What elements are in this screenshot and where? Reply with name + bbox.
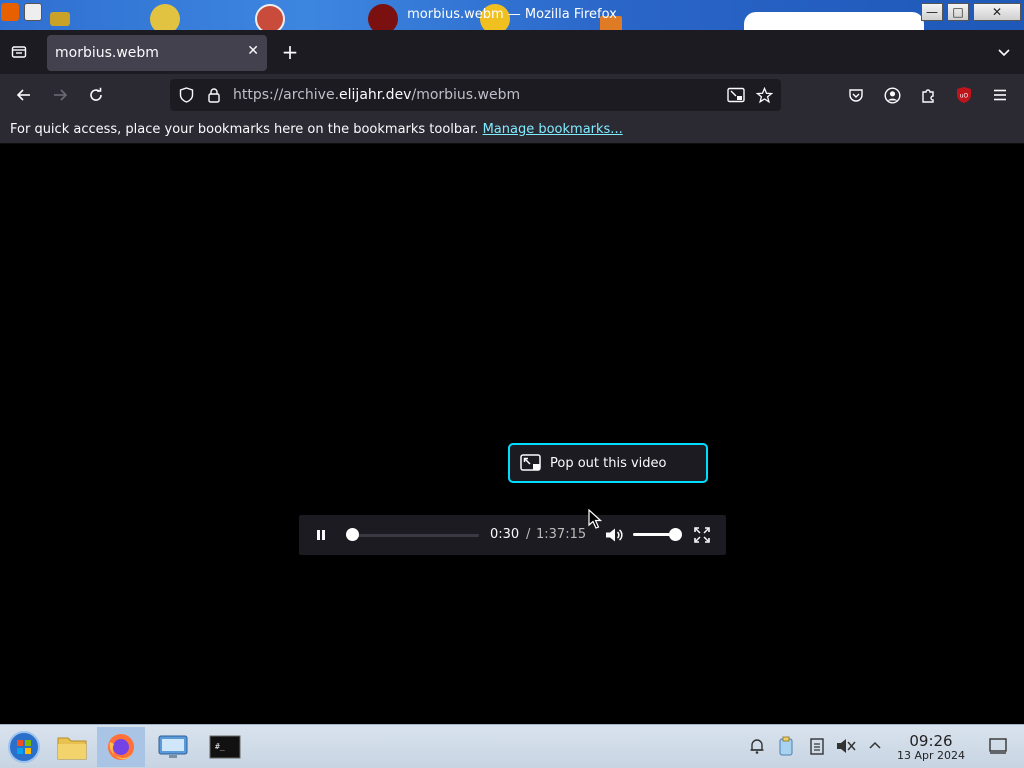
pause-button[interactable] [313, 527, 329, 543]
list-all-tabs-button[interactable] [994, 42, 1014, 62]
firefox-view-icon [11, 46, 27, 58]
show-desktop-button[interactable] [987, 735, 1009, 757]
arrow-right-icon [54, 89, 68, 101]
notifications-tray-button[interactable] [746, 735, 768, 757]
firefox-view-button[interactable] [8, 42, 30, 62]
terminal-icon: #_ [209, 735, 241, 759]
chevron-down-icon [998, 49, 1010, 57]
ublock-origin-button[interactable]: uO [955, 85, 973, 105]
navigation-toolbar: https://archive.elijahr.dev/morbius.webm [0, 74, 1024, 116]
control-panel-icon [158, 735, 188, 758]
bookmarks-empty-message: For quick access, place your bookmarks h… [10, 122, 623, 137]
fullscreen-icon [694, 527, 710, 543]
clipboard-tray-button[interactable] [775, 735, 797, 757]
tracking-protection-button[interactable] [178, 87, 194, 103]
tab-close-button[interactable]: ✕ [247, 43, 259, 59]
speaker-muted-icon [837, 739, 856, 753]
puzzle-icon [922, 89, 934, 103]
current-time: 0:30 [490, 527, 520, 542]
hamburger-menu-icon [994, 89, 1006, 101]
volume-tray-button[interactable] [835, 735, 857, 757]
picture-in-picture-toggle-icon [520, 454, 542, 472]
maximize-button[interactable]: □ [947, 3, 969, 21]
clipboard-icon [779, 736, 793, 756]
firefox-icon [108, 734, 134, 760]
close-window-button[interactable]: ✕ [973, 3, 1021, 21]
start-menu-icon [8, 731, 40, 763]
extensions-button[interactable] [918, 85, 938, 105]
manage-bookmarks-link[interactable]: Manage bookmarks... [483, 122, 623, 137]
picture-in-picture-urlbar-button[interactable] [727, 87, 745, 103]
taskbar-firefox[interactable] [97, 727, 145, 767]
start-button[interactable] [0, 727, 48, 767]
notes-icon [810, 738, 824, 755]
show-desktop-icon [989, 738, 1007, 754]
mute-button[interactable] [604, 526, 624, 544]
lock-icon [208, 88, 220, 103]
url-path: /morbius.webm [411, 87, 521, 103]
ublock-origin-icon: uO [957, 87, 971, 103]
alarm-bell-icon [750, 739, 764, 754]
svg-text:#_: #_ [215, 742, 225, 751]
url-bar[interactable]: https://archive.elijahr.dev/morbius.webm [170, 79, 781, 111]
url-domain: elijahr.dev [339, 87, 412, 103]
site-security-button[interactable] [206, 87, 222, 103]
tab-morbius[interactable]: morbius.webm ✕ [47, 35, 267, 71]
url-prefix: https://archive. [233, 87, 340, 103]
account-icon [883, 86, 901, 104]
bookmarks-hint-text: For quick access, place your bookmarks h… [10, 122, 479, 137]
url-text[interactable]: https://archive.elijahr.dev/morbius.webm [233, 87, 520, 103]
clock-time[interactable]: 09:26 [897, 732, 965, 750]
back-button[interactable] [14, 85, 34, 105]
shield-icon [179, 87, 193, 103]
taskbar-terminal[interactable]: #_ [201, 727, 249, 767]
bookmark-star-button[interactable] [755, 86, 773, 104]
tab-bar: morbius.webm ✕ + [0, 30, 1024, 74]
taskbar-system-settings[interactable] [149, 727, 197, 767]
seek-bar[interactable] [349, 534, 479, 537]
clock-date[interactable]: 13 Apr 2024 [893, 749, 969, 762]
chevron-up-icon [869, 741, 881, 749]
picture-in-picture-icon [520, 454, 541, 471]
svg-text:uO: uO [960, 93, 969, 100]
picture-in-picture-icon [727, 87, 745, 103]
forward-button[interactable] [50, 85, 70, 105]
pocket-icon [849, 89, 863, 102]
storage-tray-button[interactable] [806, 735, 828, 757]
mouse-cursor-icon [588, 509, 602, 529]
pocket-button[interactable] [846, 85, 866, 105]
pop-out-label: Pop out this video [550, 456, 667, 471]
show-hidden-icons-button[interactable] [864, 735, 886, 757]
taskbar: #_ 09:26 13 Apr 2024 [0, 724, 1024, 768]
pause-icon [317, 530, 325, 540]
bookmarks-toolbar: For quick access, place your bookmarks h… [0, 116, 1024, 144]
fullscreen-button[interactable] [693, 526, 711, 544]
window-title: morbius.webm — Mozilla Firefox [407, 7, 617, 22]
minimize-button[interactable]: — [921, 3, 943, 21]
reload-icon [90, 87, 102, 101]
total-duration: 1:37:15 [536, 527, 587, 542]
pop-out-video-toggle[interactable]: Pop out this video [508, 443, 708, 483]
app-menu-button[interactable] [990, 85, 1010, 105]
video-player[interactable]: Pop out this video 0:30 / 1:37:15 [0, 144, 1024, 724]
account-button[interactable] [882, 85, 902, 105]
reload-button[interactable] [86, 85, 106, 105]
window-titlebar: morbius.webm — Mozilla Firefox — □ ✕ [0, 0, 1024, 30]
taskbar-file-manager[interactable] [48, 727, 96, 767]
seek-bar-thumb[interactable] [346, 528, 360, 541]
time-separator: / [526, 527, 531, 542]
folder-icon [57, 737, 87, 760]
speaker-icon [606, 528, 623, 542]
arrow-left-icon [16, 89, 30, 101]
video-controls-bar: 0:30 / 1:37:15 [299, 515, 726, 555]
tab-title: morbius.webm [55, 45, 159, 61]
star-icon [755, 86, 773, 103]
volume-thumb[interactable] [668, 528, 682, 541]
new-tab-button[interactable]: + [279, 40, 301, 64]
